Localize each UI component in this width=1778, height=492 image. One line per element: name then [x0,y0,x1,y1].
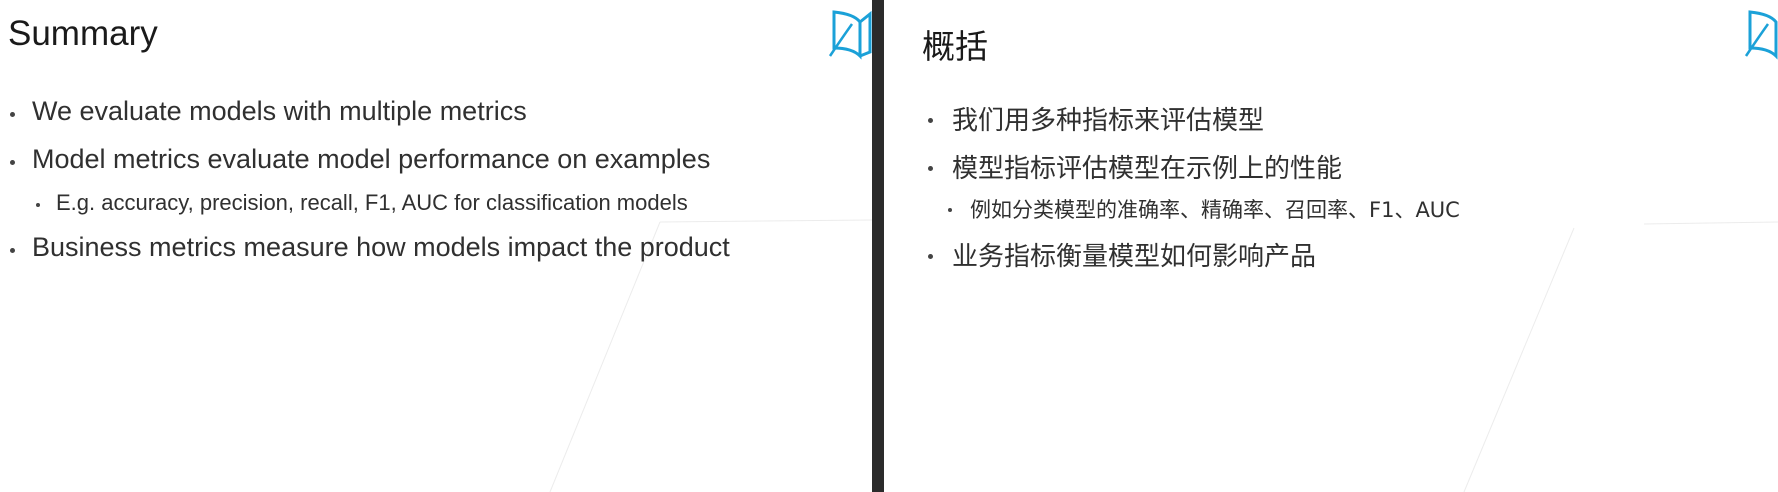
book-logo-icon [828,10,872,60]
slide-title: 概括 [922,27,988,66]
bullet-item: Model metrics evaluate model performance… [10,144,860,192]
bullet-dot [928,254,933,259]
bullet-item: 我们用多种指标来评估模型 [928,100,1768,148]
bullet-dot [928,118,933,123]
bullet-text: Model metrics evaluate model performance… [32,144,711,174]
bullet-list: We evaluate models with multiple metrics… [10,96,860,280]
sub-bullet-item: E.g. accuracy, precision, recall, F1, AU… [10,190,860,232]
bullet-list: 我们用多种指标来评估模型 模型指标评估模型在示例上的性能 例如分类模型的准确率、… [928,100,1768,284]
bullet-item: 模型指标评估模型在示例上的性能 [928,148,1768,196]
bullet-dot [928,166,933,171]
bullet-text: 例如分类模型的准确率、精确率、召回率、F1、AUC [970,198,1460,222]
bullet-text: E.g. accuracy, precision, recall, F1, AU… [56,190,688,215]
bullet-text: 模型指标评估模型在示例上的性能 [952,154,1343,184]
book-logo-icon [1744,10,1778,60]
bullet-item: Business metrics measure how models impa… [10,232,860,280]
bullet-item: We evaluate models with multiple metrics [10,96,860,144]
left-slide: Summary We evaluate models with multiple… [0,0,872,492]
bullet-text: 业务指标衡量模型如何影响产品 [952,242,1317,272]
bullet-text: Business metrics measure how models impa… [32,232,730,262]
bullet-dot [948,208,952,212]
bullet-item: 业务指标衡量模型如何影响产品 [928,236,1768,284]
sub-bullet-item: 例如分类模型的准确率、精确率、召回率、F1、AUC [928,194,1768,236]
pane-divider [872,0,884,492]
bullet-text: We evaluate models with multiple metrics [32,96,527,126]
bullet-dot [10,112,15,117]
bullet-dot [10,160,15,165]
right-slide: 概括 我们用多种指标来评估模型 模型指标评估模型在示例上的性能 例如分类模型的准… [884,0,1778,492]
bullet-dot [10,248,15,253]
bullet-text: 我们用多种指标来评估模型 [952,106,1265,136]
slide-title: Summary [8,14,158,53]
bullet-dot [36,203,40,207]
